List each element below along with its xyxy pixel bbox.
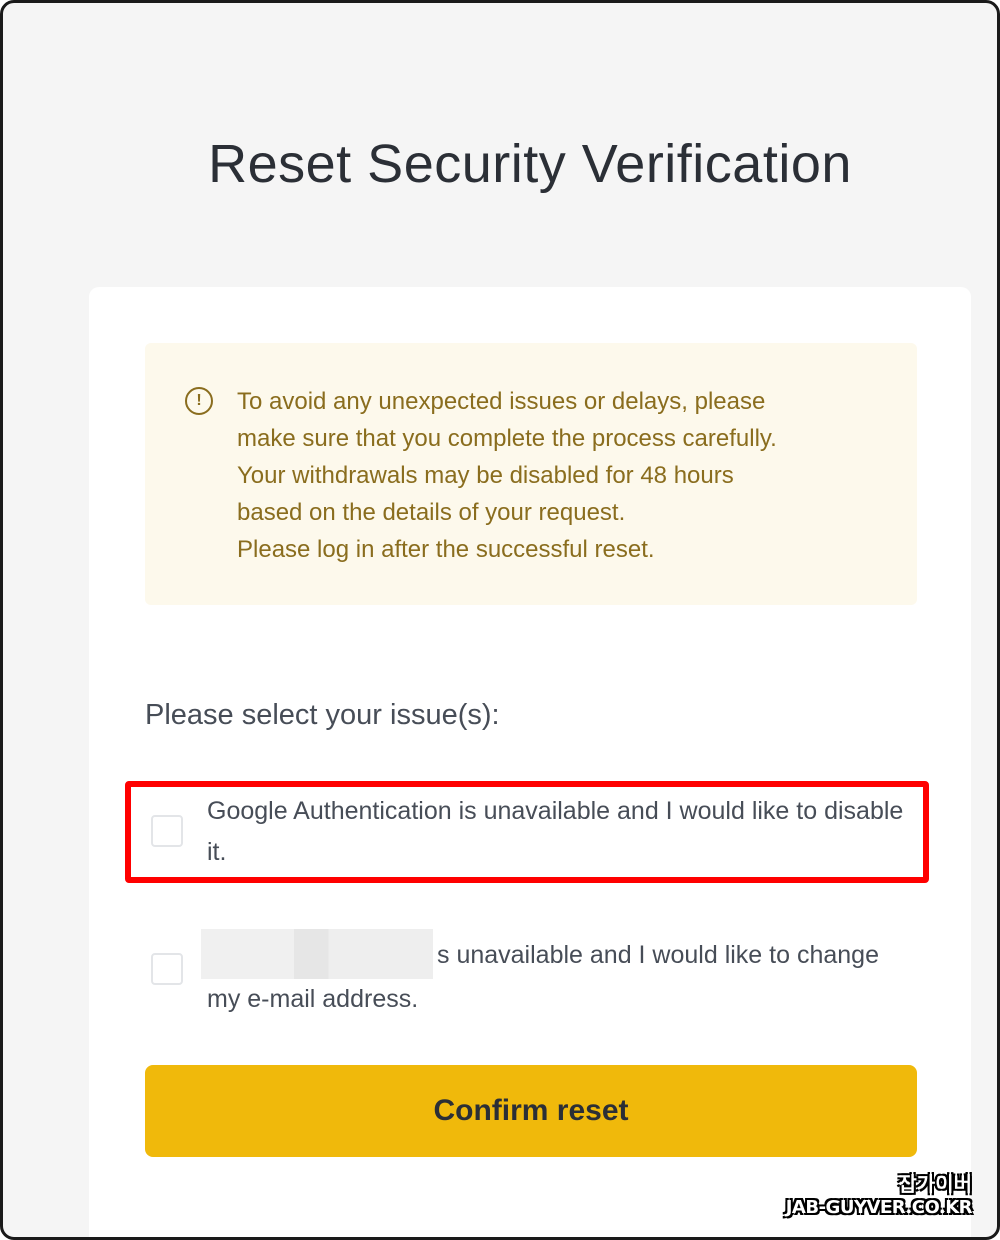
issue-option-email[interactable]: s unavailable and I would like to change…	[125, 919, 927, 1019]
issue-option-google-auth[interactable]: Google Authentication is unavailable and…	[125, 781, 927, 881]
watermark: 잡가이버 JAB-GUYVER.CO.KR	[785, 1168, 973, 1218]
issue-option-label[interactable]: Google Authentication is unavailable and…	[207, 791, 907, 873]
notice-line: based on the details of your request.	[237, 499, 626, 526]
watermark-title: 잡가이버	[898, 1172, 972, 1196]
window-frame: Reset Security Verification ! To avoid a…	[0, 0, 1000, 1240]
watermark-url: JAB-GUYVER.CO.KR	[785, 1197, 973, 1218]
confirm-reset-button[interactable]: Confirm reset	[145, 1065, 917, 1157]
notice-text: To avoid any unexpected issues or delays…	[237, 383, 897, 568]
info-circle-icon: !	[185, 387, 213, 415]
page-title: Reset Security Verification	[208, 134, 852, 194]
email-checkbox[interactable]	[151, 953, 183, 985]
notice-line: make sure that you complete the process …	[237, 425, 777, 452]
reset-card: ! To avoid any unexpected issues or dela…	[89, 287, 971, 1237]
redacted-block	[201, 929, 433, 979]
notice-line: Your withdrawals may be disabled for 48 …	[237, 462, 734, 489]
notice-line: To avoid any unexpected issues or delays…	[237, 388, 766, 415]
google-auth-checkbox[interactable]	[151, 815, 183, 847]
issue-option-label-container[interactable]: s unavailable and I would like to change…	[201, 929, 907, 1020]
warning-notice: ! To avoid any unexpected issues or dela…	[145, 343, 917, 605]
notice-line: Please log in after the successful reset…	[237, 536, 655, 563]
issue-select-label: Please select your issue(s):	[145, 699, 500, 731]
